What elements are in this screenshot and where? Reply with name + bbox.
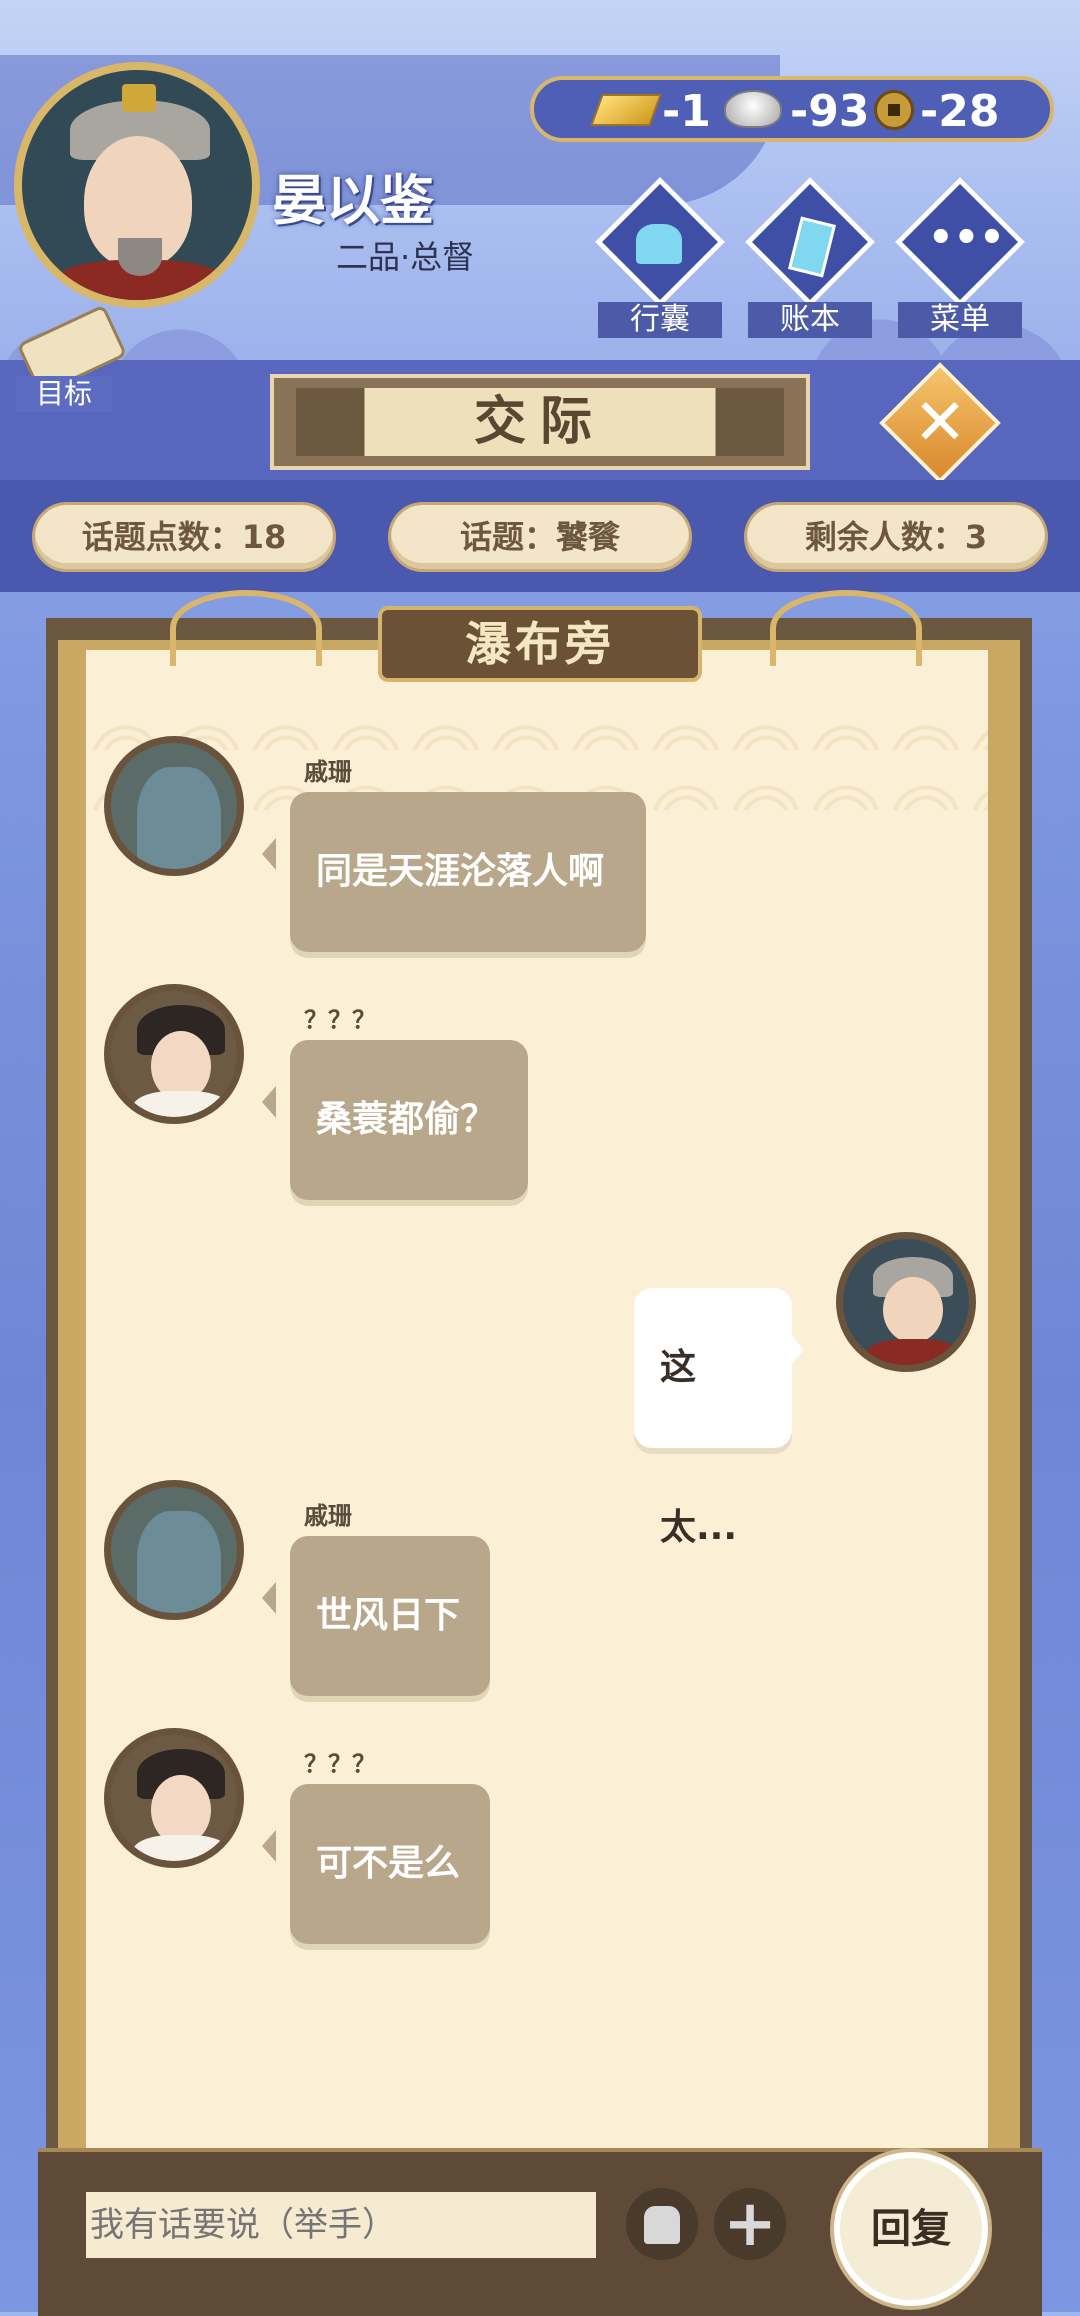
npc-avatar-unknown[interactable] xyxy=(104,984,244,1124)
scroll-ornament-right xyxy=(770,590,922,666)
more-icon: ••• xyxy=(928,215,1005,261)
message-bubble: 同是天涯沦落人啊 xyxy=(262,792,646,952)
hair-crown xyxy=(122,84,156,112)
scene-name: 瀑布旁 xyxy=(465,617,615,671)
gold-amount: -1 xyxy=(662,86,711,137)
close-icon[interactable]: ✕ xyxy=(897,380,983,466)
bag-icon xyxy=(644,2206,680,2244)
message-bubble: 世风日下 xyxy=(262,1536,490,1696)
message-bubble: 可不是么 xyxy=(262,1784,490,1944)
player-rank: 二品·总督 xyxy=(336,238,475,276)
title-plate: 交际 xyxy=(270,374,810,470)
message-sender: 戚珊 xyxy=(304,1502,352,1530)
npc-avatar-qishan[interactable] xyxy=(104,1480,244,1620)
gold-ingot-icon xyxy=(590,94,662,126)
goal-label[interactable]: 目标 xyxy=(16,376,112,412)
copper-coin-icon xyxy=(874,90,914,130)
speak-input[interactable] xyxy=(86,2192,596,2258)
menu-button[interactable]: ••• 菜单 xyxy=(890,176,1030,340)
screen-title: 交际 xyxy=(473,392,606,452)
reply-button[interactable]: 回复 xyxy=(834,2152,988,2306)
message-sender: 戚珊 xyxy=(304,758,352,786)
player-avatar[interactable] xyxy=(14,62,260,308)
bag-button[interactable]: 行囊 xyxy=(590,176,730,340)
player-name: 晏以鉴 xyxy=(272,169,434,232)
npc-avatar-qishan[interactable] xyxy=(104,736,244,876)
message-bubble-self: 这太... xyxy=(634,1288,804,1548)
npc-avatar-unknown[interactable] xyxy=(104,1728,244,1868)
coin-amount: -28 xyxy=(920,86,1000,137)
beard xyxy=(118,238,162,276)
message-sender: ？？？ xyxy=(304,1006,376,1034)
gift-button[interactable] xyxy=(626,2188,698,2260)
plus-icon[interactable]: + xyxy=(714,2188,786,2260)
currency-bar: -1 -93 -28 xyxy=(530,76,1054,142)
topic-pill: 话题：饕餮 xyxy=(388,502,692,572)
message-bubble: 桑蓑都偷？ xyxy=(262,1040,528,1200)
bag-icon xyxy=(628,218,690,268)
ledger-icon xyxy=(778,216,840,278)
remaining-people-pill: 剩余人数：3 xyxy=(744,502,1048,572)
ledger-button[interactable]: 账本 xyxy=(740,176,880,340)
scroll-ornament-left xyxy=(170,590,322,666)
player-chat-avatar[interactable] xyxy=(836,1232,976,1372)
silver-amount: -93 xyxy=(790,86,870,137)
message-sender: ？？？ xyxy=(304,1750,376,1778)
scene-plate: 瀑布旁 xyxy=(378,606,702,682)
silver-ingot-icon xyxy=(724,90,782,128)
topic-points-pill: 话题点数：18 xyxy=(32,502,336,572)
